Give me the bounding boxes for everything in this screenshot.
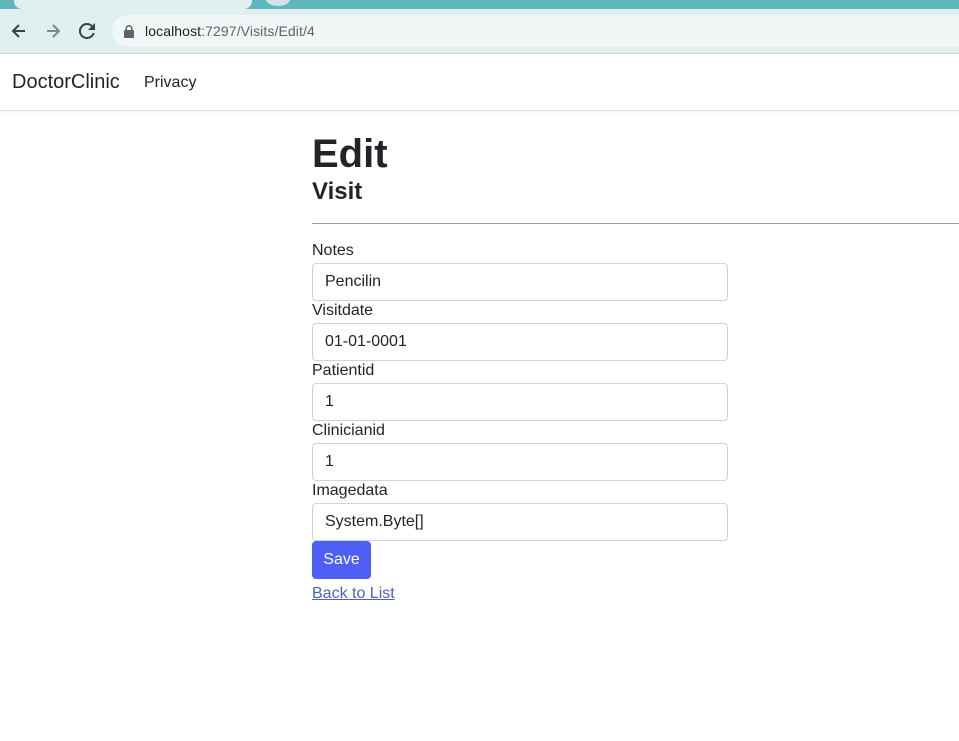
url-path: :7297/Visits/Edit/4 xyxy=(201,23,315,39)
imagedata-input[interactable] xyxy=(312,502,728,541)
browser-tab-strip xyxy=(0,0,959,9)
form-group-patientid: Patientid xyxy=(312,359,728,421)
site-navbar: DoctorClinic Privacy xyxy=(0,55,959,111)
form-group-imagedata: Imagedata xyxy=(312,479,728,541)
form-group-visitdate: Visitdate xyxy=(312,299,728,361)
divider xyxy=(312,222,959,224)
browser-toolbar: localhost:7297/Visits/Edit/4 xyxy=(0,9,959,54)
edit-visit-form: Notes Visitdate Patientid Clinicianid Im… xyxy=(312,239,728,579)
form-actions: Save xyxy=(312,540,728,579)
clinicianid-label: Clinicianid xyxy=(312,421,385,439)
imagedata-label: Imagedata xyxy=(312,481,388,499)
page-title: Edit xyxy=(312,132,388,176)
form-group-notes: Notes xyxy=(312,239,728,301)
forward-arrow-icon[interactable] xyxy=(39,17,67,45)
page-subtitle: Visit xyxy=(312,178,363,205)
save-button[interactable]: Save xyxy=(312,540,371,579)
back-arrow-icon[interactable] xyxy=(5,17,33,45)
notes-label: Notes xyxy=(312,241,354,259)
visitdate-input[interactable] xyxy=(312,322,728,361)
patientid-input[interactable] xyxy=(312,382,728,421)
url-host: localhost xyxy=(145,23,202,39)
lock-icon xyxy=(124,24,136,38)
address-bar[interactable]: localhost:7297/Visits/Edit/4 xyxy=(112,15,959,47)
notes-input[interactable] xyxy=(312,262,728,301)
nav-link-privacy[interactable]: Privacy xyxy=(144,74,196,92)
url-text: localhost:7297/Visits/Edit/4 xyxy=(145,23,315,39)
brand-link[interactable]: DoctorClinic xyxy=(12,71,120,94)
form-group-clinicianid: Clinicianid xyxy=(312,419,728,481)
main-content: Edit Visit Notes Visitdate Patientid Cli… xyxy=(312,120,959,603)
browser-tab-favicon xyxy=(266,0,290,6)
patientid-label: Patientid xyxy=(312,361,375,379)
back-to-list-link[interactable]: Back to List xyxy=(312,585,395,603)
clinicianid-input[interactable] xyxy=(312,442,728,481)
reload-icon[interactable] xyxy=(73,17,101,45)
visitdate-label: Visitdate xyxy=(312,301,374,319)
browser-active-tab[interactable] xyxy=(14,0,252,9)
